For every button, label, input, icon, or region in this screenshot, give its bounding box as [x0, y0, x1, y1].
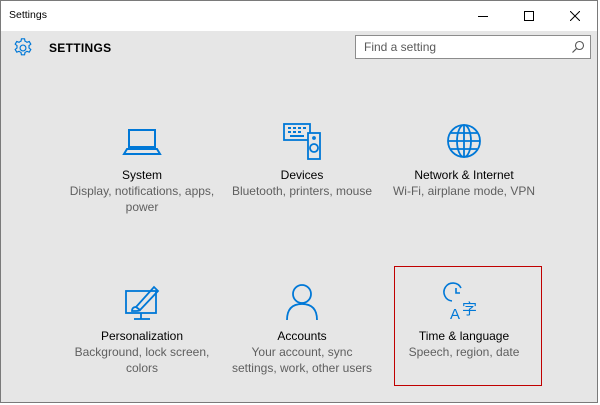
tile-description: Bluetooth, printers, mouse — [231, 184, 373, 198]
close-button[interactable] — [552, 1, 597, 31]
search-input[interactable] — [356, 36, 566, 58]
tile-system[interactable]: System Display, notifications, apps, pow… — [62, 121, 222, 215]
tile-personalization[interactable]: Personalization Background, lock screen,… — [62, 282, 222, 376]
tile-description: Wi-Fi, airplane mode, VPN — [392, 184, 536, 198]
tile-devices[interactable]: Devices Bluetooth, printers, mouse — [222, 121, 382, 199]
tile-accounts[interactable]: Accounts Your account, sync settings, wo… — [222, 282, 382, 376]
maximize-button[interactable] — [506, 1, 552, 31]
tile-label: Personalization — [100, 329, 184, 343]
tile-label: Accounts — [277, 329, 327, 343]
tile-label: Network & Internet — [414, 168, 514, 182]
title-bar: Settings — [1, 1, 597, 31]
page-title: SETTINGS — [49, 41, 112, 55]
person-icon — [286, 284, 318, 321]
minimize-icon — [478, 16, 488, 17]
window-title: Settings — [9, 9, 47, 21]
settings-window: Settings SETTINGS Find a setting System … — [0, 0, 598, 403]
selection-highlight — [394, 266, 542, 386]
tile-label: System — [121, 168, 162, 182]
close-icon — [570, 11, 580, 21]
tile-description: Background, lock screen, colors — [74, 345, 210, 375]
globe-icon — [447, 124, 481, 158]
search-box[interactable] — [355, 35, 591, 59]
tile-network[interactable]: Network & Internet Wi-Fi, airplane mode,… — [384, 121, 544, 199]
maximize-icon — [524, 11, 534, 21]
tile-label: Devices — [280, 168, 324, 182]
settings-header: SETTINGS — [1, 31, 597, 67]
search-icon[interactable] — [571, 40, 585, 54]
paint-icon — [125, 285, 160, 320]
devices-icon — [283, 123, 321, 160]
tile-description: Your account, sync settings, work, other… — [231, 345, 373, 375]
tile-description: Display, notifications, apps, power — [69, 184, 215, 214]
minimize-button[interactable] — [460, 1, 506, 31]
laptop-icon — [122, 129, 162, 155]
gear-icon — [14, 38, 32, 56]
